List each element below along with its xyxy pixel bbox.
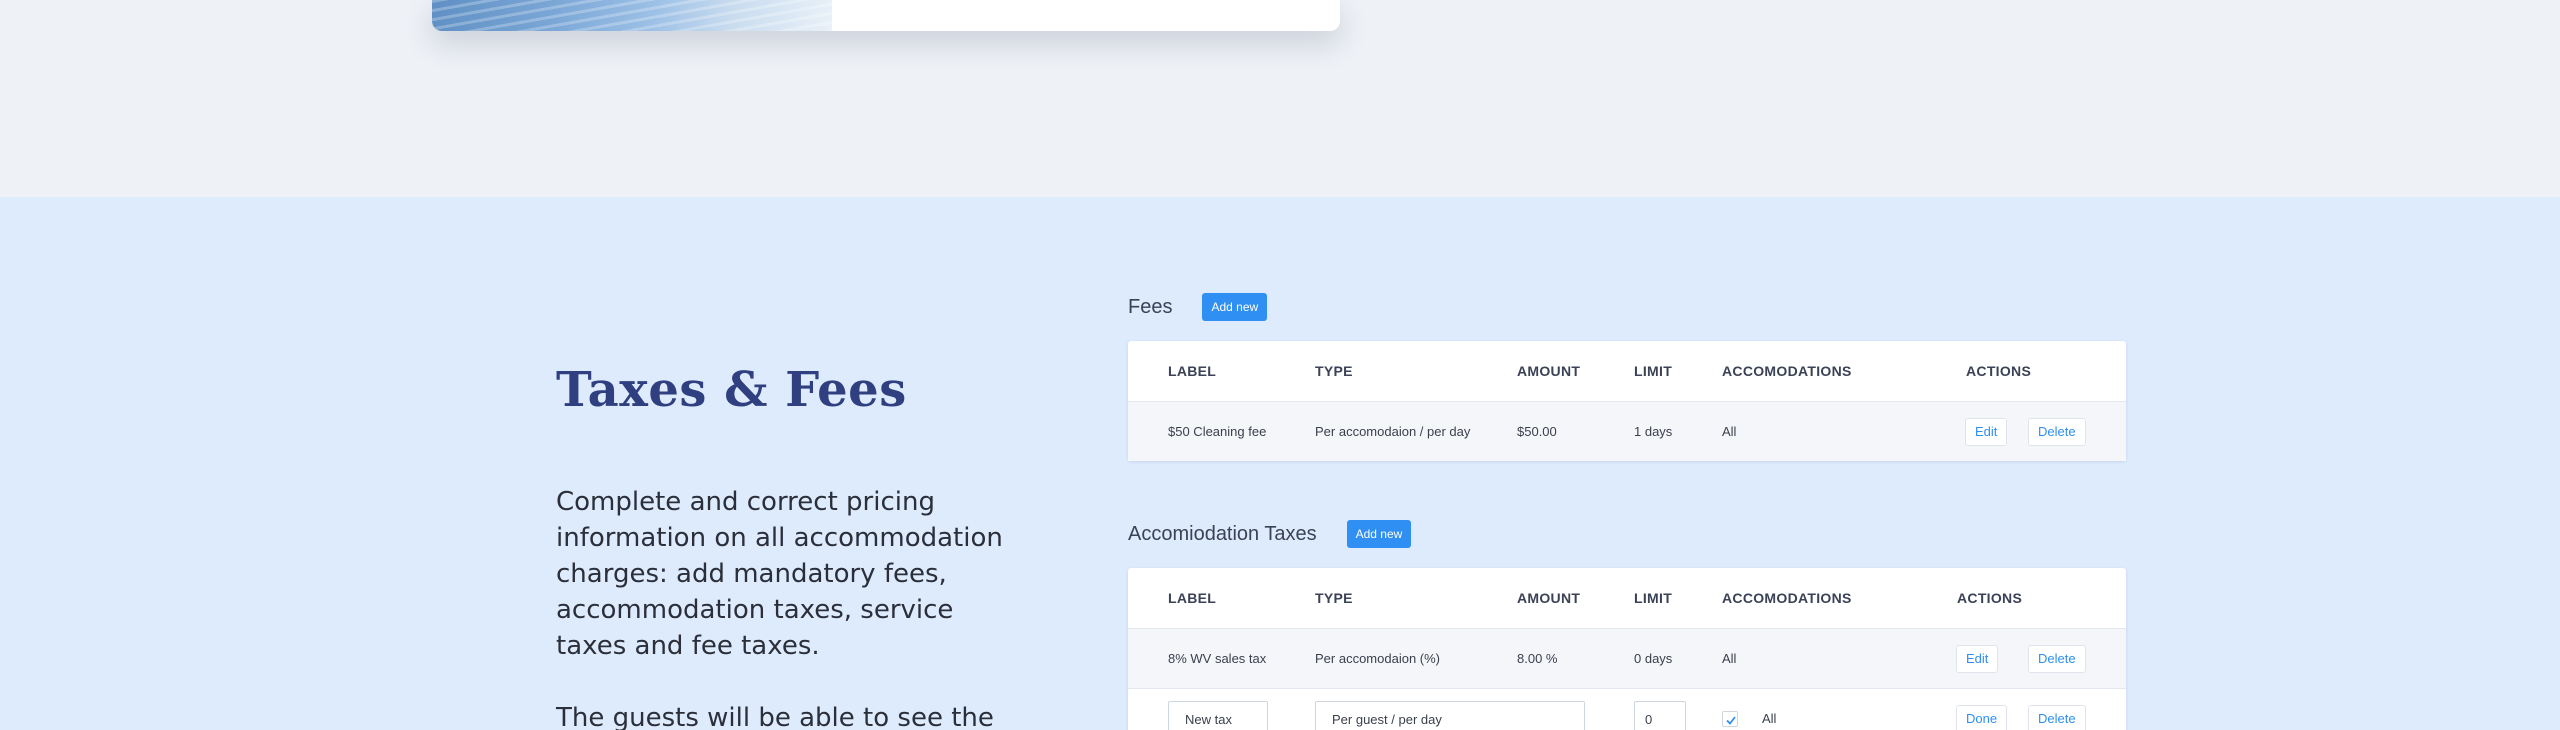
taxes-table: LABEL TYPE AMOUNT LIMIT ACCOMODATIONS AC… <box>1128 568 2126 730</box>
section-description-continued: The guests will be able to see the <box>556 703 994 730</box>
tax-type: Per accomodaion (%) <box>1315 651 1440 666</box>
delete-edit-tax-button[interactable]: Delete <box>2028 705 2086 730</box>
taxes-header: Accomiodation Taxes Add new <box>1128 520 1412 548</box>
add-fee-button[interactable]: Add new <box>1202 293 1268 321</box>
col-actions: ACTIONS <box>1957 590 2023 606</box>
fee-type: Per accomodaion / per day <box>1315 424 1471 439</box>
fee-label: $50 Cleaning fee <box>1168 424 1267 439</box>
done-tax-button[interactable]: Done <box>1956 705 2008 730</box>
col-accomodations: ACCOMODATIONS <box>1722 363 1852 379</box>
table-header-row: LABEL TYPE AMOUNT LIMIT ACCOMODATIONS AC… <box>1128 568 2126 628</box>
table-row: $50 Cleaning fee Per accomodaion / per d… <box>1128 401 2126 461</box>
tax-limit-input[interactable]: 0 <box>1634 701 1686 730</box>
checkmark-icon <box>1726 716 1736 725</box>
tax-limit: 0 days <box>1634 651 1673 666</box>
taxes-title: Accomiodation Taxes <box>1128 522 1317 545</box>
tax-label: 8% WV sales tax <box>1168 651 1267 666</box>
fee-accomodations: All <box>1722 424 1737 439</box>
col-accomodations: ACCOMODATIONS <box>1722 590 1852 606</box>
tax-label-input[interactable]: New tax <box>1168 701 1268 730</box>
col-limit: LIMIT <box>1634 363 1673 379</box>
hero-card <box>432 0 1340 31</box>
all-accomodations-checkbox[interactable] <box>1722 711 1738 727</box>
edit-fee-button[interactable]: Edit <box>1965 418 2008 446</box>
col-type: TYPE <box>1315 590 1353 606</box>
col-label: LABEL <box>1168 590 1217 606</box>
tax-amount: 8.00 % <box>1517 651 1558 666</box>
col-type: TYPE <box>1315 363 1353 379</box>
tax-type-select[interactable]: Per guest / per day <box>1315 701 1585 730</box>
col-amount: AMOUNT <box>1517 590 1581 606</box>
col-limit: LIMIT <box>1634 590 1673 606</box>
fee-amount: $50.00 <box>1517 424 1557 439</box>
col-actions: ACTIONS <box>1966 363 2032 379</box>
col-amount: AMOUNT <box>1517 363 1581 379</box>
delete-fee-button[interactable]: Delete <box>2028 418 2086 446</box>
delete-tax-button[interactable]: Delete <box>2028 645 2086 673</box>
tax-accomodations-label: All <box>1762 711 1777 726</box>
fees-header: Fees Add new <box>1128 293 1268 321</box>
tax-edit-row: New tax Per guest / per day 0 All Done D… <box>1128 688 2126 730</box>
section-title: Taxes & Fees <box>556 362 907 418</box>
fees-table: LABEL TYPE AMOUNT LIMIT ACCOMODATIONS AC… <box>1128 341 2126 461</box>
table-header-row: LABEL TYPE AMOUNT LIMIT ACCOMODATIONS AC… <box>1128 341 2126 401</box>
fee-limit: 1 days <box>1634 424 1673 439</box>
tax-accomodations: All <box>1722 651 1737 666</box>
hero-image <box>432 0 832 31</box>
col-label: LABEL <box>1168 363 1217 379</box>
edit-tax-button[interactable]: Edit <box>1956 645 1999 673</box>
section-description: Complete and correct pricing information… <box>556 487 1003 661</box>
fees-title: Fees <box>1128 295 1173 318</box>
add-tax-button[interactable]: Add new <box>1346 520 1412 548</box>
table-row: 8% WV sales tax Per accomodaion (%) 8.00… <box>1128 628 2126 688</box>
